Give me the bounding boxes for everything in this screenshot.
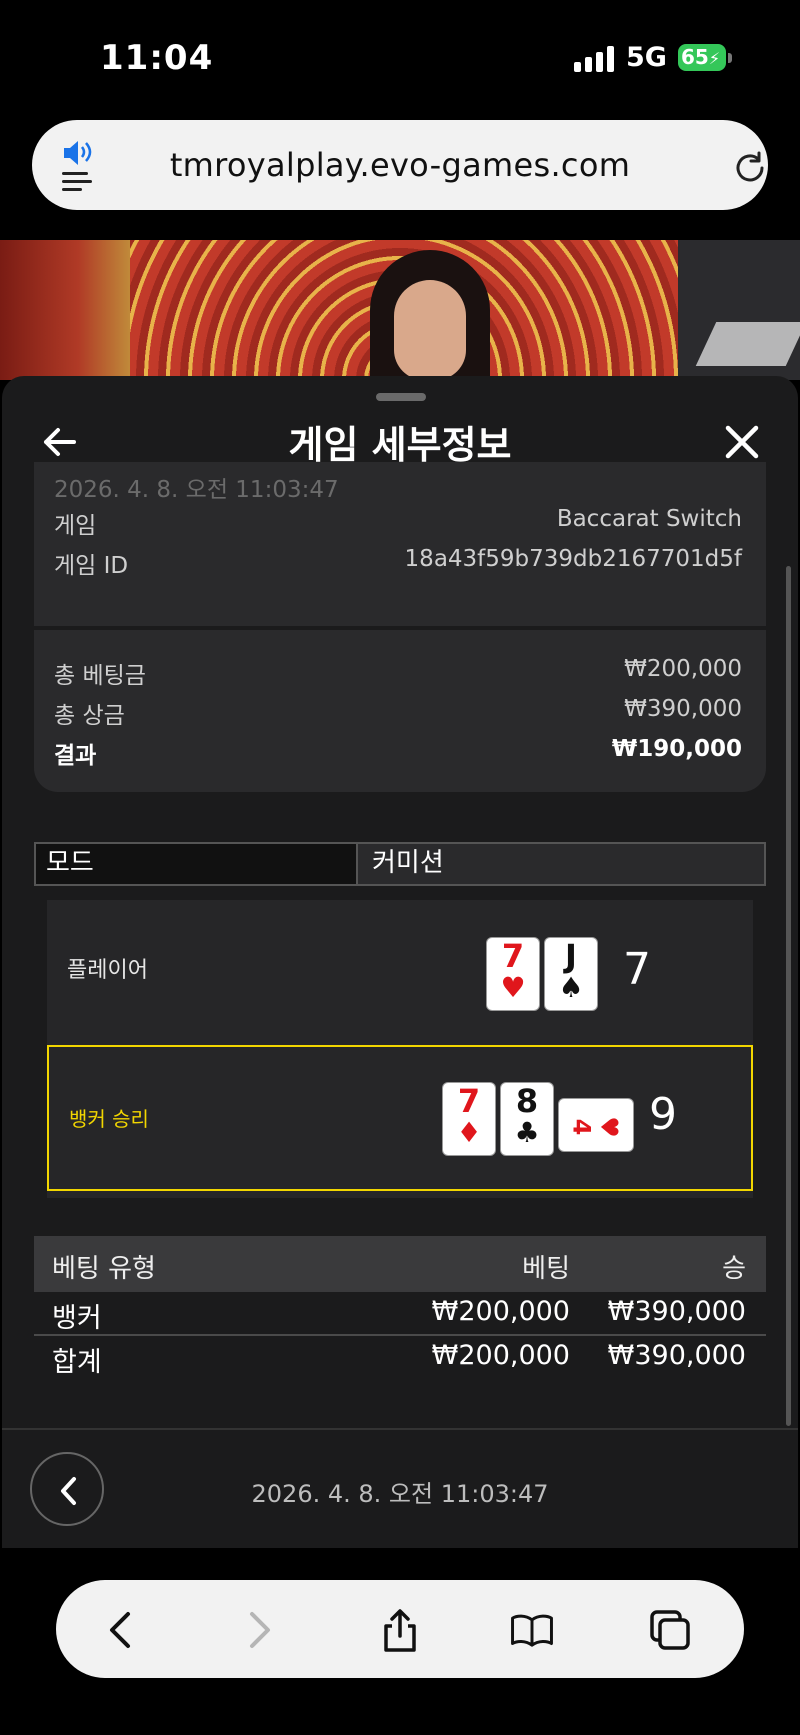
banker-card-2: 8 ♣ (501, 1083, 553, 1155)
total-row-type: 합계 (52, 1347, 102, 1378)
heart-suit-icon: ♥ (500, 971, 526, 1004)
bet-row-bet: ₩200,000 (431, 1296, 570, 1327)
browser-toolbar (56, 1580, 744, 1678)
signal-icon (574, 46, 614, 72)
bet-table-header: 베팅 유형 베팅 승 (34, 1236, 766, 1292)
status-bar: 11:04 5G 65⚡ (0, 0, 800, 110)
summary-card: 총 베팅금 ₩200,000 총 상금 ₩390,000 결과 ₩190,000 (34, 630, 766, 792)
reload-icon[interactable] (732, 150, 768, 186)
result-value: ₩190,000 (611, 736, 742, 762)
heart-suit-icon: ♥ (594, 1116, 623, 1138)
total-win-value: ₩390,000 (624, 696, 742, 722)
panel-title: 게임 세부정보 (288, 423, 512, 467)
banker-hand: 뱅커 승리 7 ♦ 8 ♣ 4 ♥ 9 (47, 1045, 753, 1191)
round-result: 플레이어 7 ♥ J ♠ 7 뱅커 승리 7 ♦ 8 ♣ 4 ♥ 9 (47, 900, 753, 1198)
table-row: 합계 ₩200,000 ₩390,000 (34, 1336, 766, 1380)
status-time: 11:04 (100, 38, 214, 78)
result-label: 결과 (54, 743, 97, 769)
banker-card-2-rank: 8 (515, 1082, 539, 1120)
game-label: 게임 (54, 513, 97, 539)
player-label: 플레이어 (67, 958, 148, 983)
header-win: 승 (722, 1254, 746, 1284)
live-video (0, 240, 800, 380)
bet-row-win: ₩390,000 (607, 1296, 746, 1327)
player-card-2: J ♠ (545, 938, 597, 1010)
mode-table: 모드 커미션 (34, 842, 766, 886)
back-icon[interactable] (100, 1608, 144, 1652)
video-curtain (0, 240, 130, 380)
battery-tip (728, 53, 732, 63)
banker-card-1-rank: 7 (457, 1082, 481, 1120)
total-bet-label: 총 베팅금 (54, 663, 146, 689)
player-hand: 플레이어 7 ♥ J ♠ 7 (47, 900, 753, 1045)
close-icon[interactable] (722, 422, 762, 462)
battery-icon: 65⚡ (678, 44, 726, 71)
battery-level: 65 (681, 45, 709, 69)
forward-icon[interactable] (236, 1608, 280, 1652)
bet-row-type: 뱅커 (52, 1303, 102, 1334)
player-card-1-rank: 7 (501, 937, 525, 975)
game-value: Baccarat Switch (556, 506, 742, 532)
banker-card-3-rank: 4 ♥ (559, 1109, 633, 1145)
url-text[interactable]: tmroyalplay.evo-games.com (32, 146, 768, 184)
spade-suit-icon: ♠ (558, 971, 584, 1004)
game-id-value: 18a43f59b739db2167701d5f (404, 546, 742, 572)
total-bet-value: ₩200,000 (624, 656, 742, 682)
player-card-1: 7 ♥ (487, 938, 539, 1010)
banker-card-1: 7 ♦ (443, 1083, 495, 1155)
drag-handle[interactable] (376, 393, 426, 401)
bet-table: 베팅 유형 베팅 승 뱅커 ₩200,000 ₩390,000 합계 ₩200,… (34, 1236, 766, 1380)
banker-win-label: 뱅커 승리 (69, 1107, 149, 1131)
total-win-label: 총 상금 (54, 703, 125, 729)
network-type: 5G (626, 42, 667, 73)
header-bet: 베팅 (522, 1254, 570, 1284)
footer-date: 2026. 4. 8. 오전 11:03:47 (251, 1480, 549, 1508)
player-score: 7 (623, 944, 651, 995)
game-info-card: 2026. 4. 8. 오전 11:03:47 게임 Baccarat Swit… (34, 462, 766, 626)
address-bar[interactable]: tmroyalplay.evo-games.com (32, 120, 768, 210)
bookmarks-icon[interactable] (510, 1608, 554, 1652)
mode-label: 모드 (36, 844, 356, 884)
club-suit-icon: ♣ (514, 1116, 540, 1149)
game-details-panel: 게임 세부정보 2026. 4. 8. 오전 11:03:47 게임 Bacca… (2, 376, 798, 1548)
total-row-win: ₩390,000 (607, 1340, 746, 1371)
table-row: 뱅커 ₩200,000 ₩390,000 (34, 1292, 766, 1336)
footer-divider (2, 1428, 798, 1430)
banker-card-3: 4 ♥ (559, 1099, 633, 1151)
share-icon[interactable] (378, 1608, 422, 1652)
tabs-icon[interactable] (648, 1608, 692, 1652)
player-card-2-rank: J (565, 937, 577, 975)
total-row-bet: ₩200,000 (431, 1340, 570, 1371)
game-id-label: 게임 ID (54, 553, 129, 579)
scrollbar[interactable] (786, 566, 791, 1426)
dealer-image (370, 250, 490, 380)
info-date: 2026. 4. 8. 오전 11:03:47 (54, 477, 339, 503)
banker-score: 9 (649, 1089, 677, 1140)
diamond-suit-icon: ♦ (456, 1116, 482, 1149)
header-bet-type: 베팅 유형 (52, 1254, 156, 1284)
mode-value: 커미션 (356, 844, 764, 884)
